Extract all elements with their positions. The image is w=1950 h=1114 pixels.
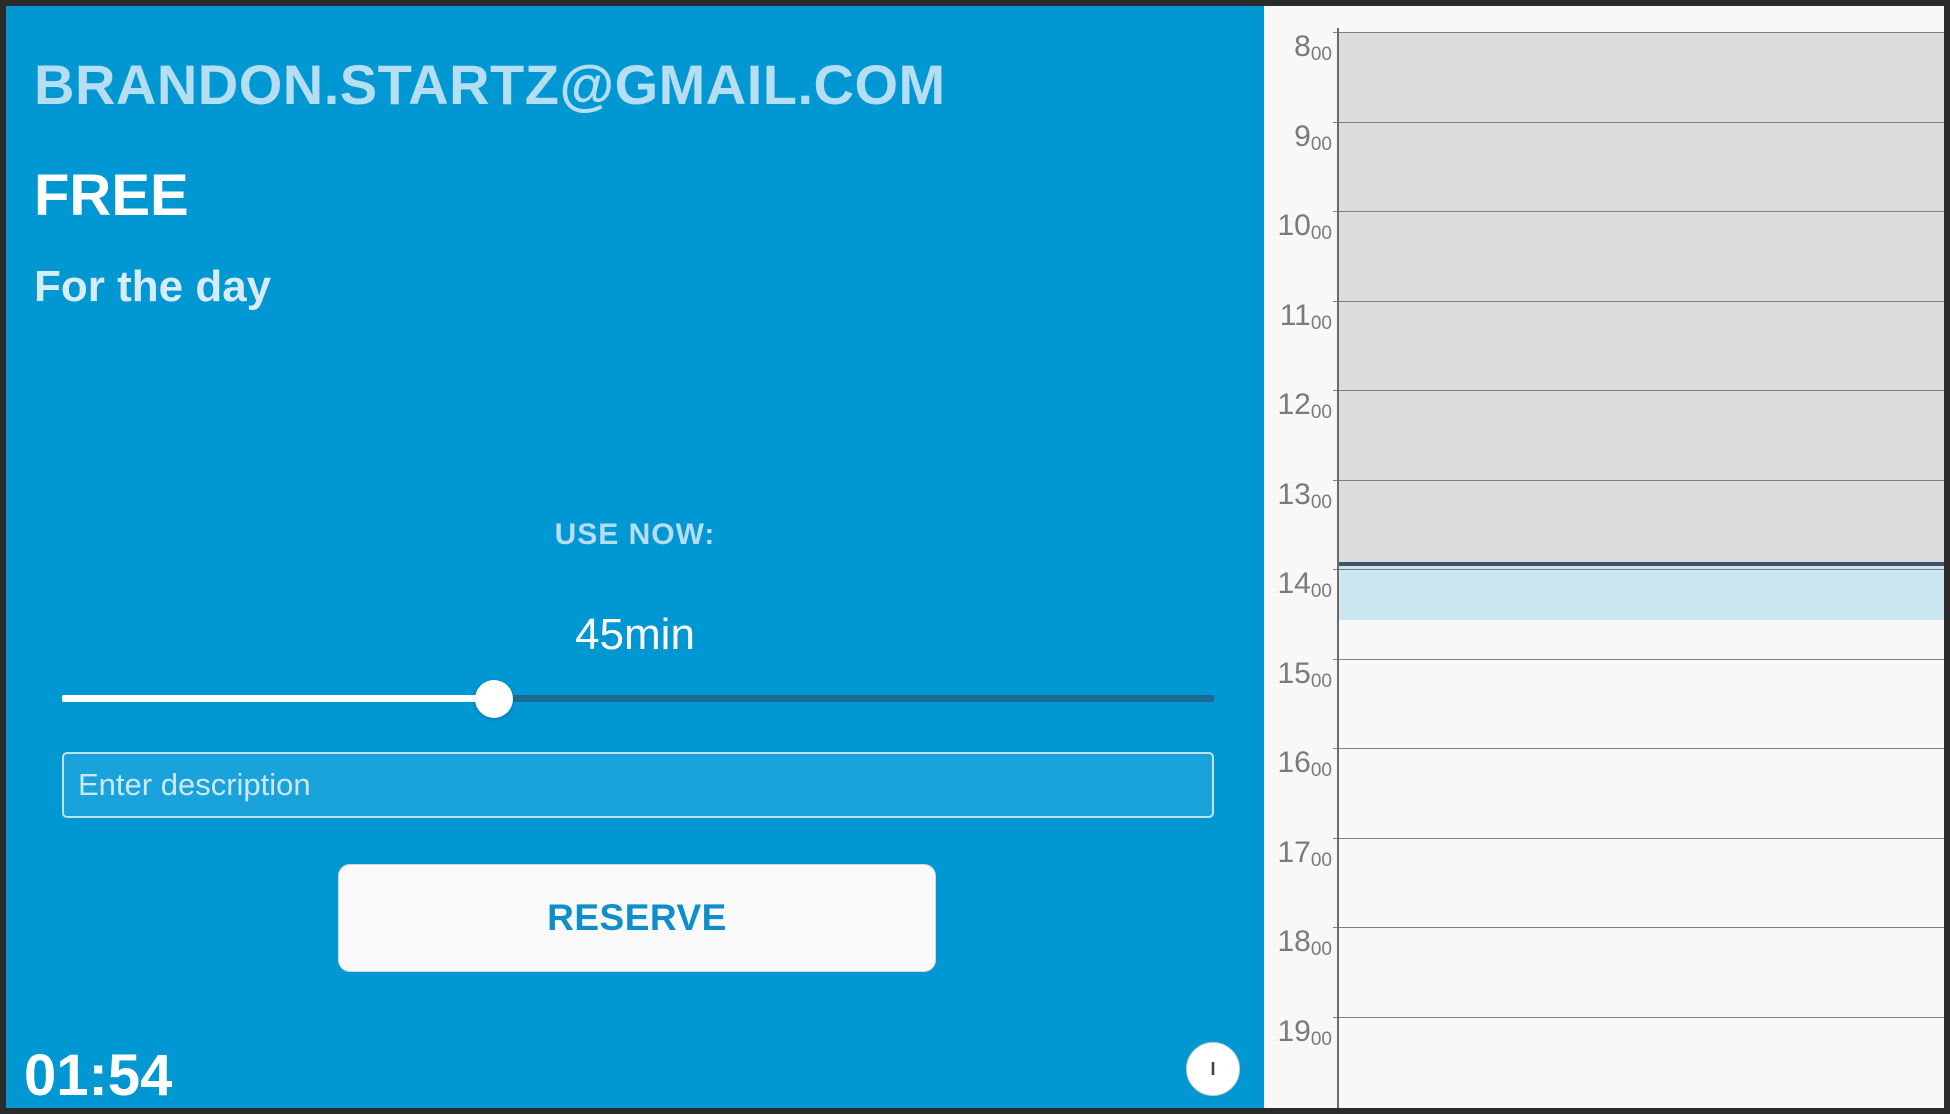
hour-label: 900 <box>1264 119 1332 156</box>
hour-label: 1700 <box>1264 835 1332 872</box>
hour-label-minutes: 00 <box>1310 1028 1332 1050</box>
room-title: BRANDON.STARTZ@GMAIL.COM <box>34 53 946 116</box>
slider-fill <box>62 695 494 702</box>
hour-line <box>1333 569 1944 570</box>
hour-label-minutes: 00 <box>1310 581 1332 602</box>
use-now-label: USE NOW: <box>554 518 716 551</box>
hour-label-minutes: 00 <box>1310 491 1332 513</box>
hour-label: 1300 <box>1264 477 1332 514</box>
hour-label-minutes: 00 <box>1310 939 1332 960</box>
hour-label: 1600 <box>1264 748 1332 782</box>
hour-label: 1000 <box>1264 211 1332 245</box>
hour-line <box>1333 927 1944 928</box>
hour-label: 1400 <box>1264 569 1332 603</box>
hour-label-hour: 17 <box>1277 835 1311 869</box>
hour-label: 1500 <box>1264 656 1332 693</box>
hour-label: 1100 <box>1264 298 1332 335</box>
hour-label-minutes: 00 <box>1310 223 1332 244</box>
hour-label-minutes: 00 <box>1310 402 1332 423</box>
hour-line <box>1333 479 1944 481</box>
busy-block <box>1339 32 1944 562</box>
hour-label-hour: 14 <box>1277 567 1311 600</box>
status-label: FREE <box>34 163 189 228</box>
hour-line <box>1333 211 1944 212</box>
calendar-grid <box>1333 32 1944 1108</box>
reservation-preview-block <box>1339 566 1944 620</box>
clock: 01:54 <box>24 1043 173 1108</box>
hour-line <box>1333 390 1944 391</box>
hour-line <box>1333 837 1944 839</box>
info-icon-glyph: I <box>1210 1058 1216 1079</box>
hour-label-hour: 10 <box>1277 209 1311 242</box>
hour-line <box>1333 748 1944 749</box>
hour-label-hour: 15 <box>1277 656 1311 690</box>
calendar-panel: 800 900 1000 1100 1200 1300 1400 1500 1600 1700 18… <box>1264 6 1944 1108</box>
room-panel: BRANDON.STARTZ@GMAIL.COM FREE For the da… <box>6 6 1264 1108</box>
reserve-button[interactable]: RESERVE <box>338 864 936 972</box>
duration-slider[interactable] <box>62 680 1214 718</box>
slider-thumb[interactable] <box>475 680 513 718</box>
hour-label: 1200 <box>1264 390 1332 424</box>
hour-line <box>1333 658 1944 660</box>
description-input[interactable] <box>62 752 1214 818</box>
hour-label: 1800 <box>1264 927 1332 961</box>
hour-label-minutes: 00 <box>1310 670 1332 692</box>
hour-label-hour: 8 <box>1294 30 1311 63</box>
status-detail: For the day <box>34 262 272 311</box>
hour-label-hour: 18 <box>1277 925 1311 958</box>
info-icon[interactable]: I <box>1186 1042 1240 1096</box>
time-axis <box>1337 28 1339 1108</box>
hour-label-hour: 16 <box>1277 746 1311 779</box>
hour-line <box>1333 300 1944 302</box>
hour-label: 1900 <box>1264 1014 1332 1051</box>
hour-line <box>1333 32 1944 33</box>
hour-label-hour: 13 <box>1277 477 1311 511</box>
hour-label-minutes: 00 <box>1310 133 1332 155</box>
current-time-line <box>1339 562 1944 566</box>
hour-label-minutes: 00 <box>1310 760 1332 781</box>
hour-label-hour: 9 <box>1294 119 1311 153</box>
hour-line <box>1333 1016 1944 1018</box>
hour-label-hour: 19 <box>1277 1014 1311 1048</box>
hour-label-hour: 11 <box>1279 298 1311 332</box>
hour-label-hour: 12 <box>1277 388 1311 421</box>
hour-label-minutes: 00 <box>1310 44 1332 65</box>
hour-label-minutes: 00 <box>1310 849 1332 871</box>
hour-label-minutes: 00 <box>1310 312 1332 334</box>
hour-line <box>1333 121 1944 123</box>
hour-label: 800 <box>1264 32 1332 66</box>
duration-value: 45min <box>575 610 695 659</box>
